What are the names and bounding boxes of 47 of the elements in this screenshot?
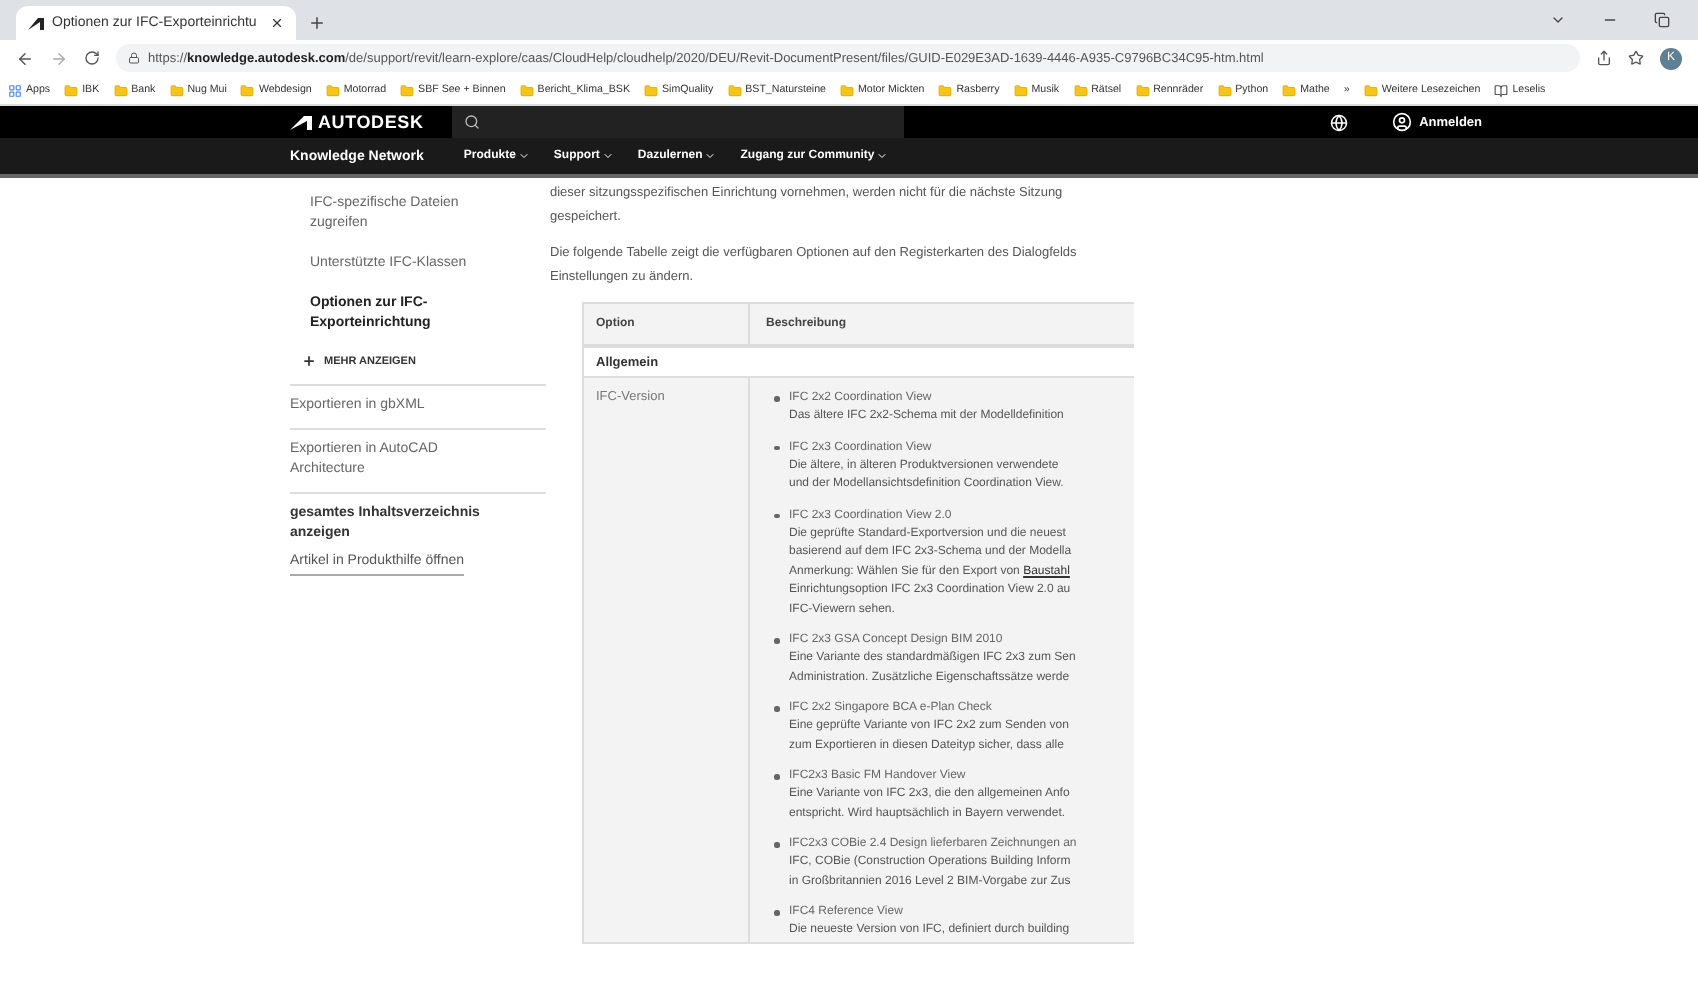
chevron-down-icon: [601, 150, 614, 162]
bookmark-star-icon[interactable]: [1628, 50, 1644, 66]
bullet-icon: [774, 513, 779, 518]
bullet-icon: [774, 445, 779, 450]
folder-icon: [169, 83, 184, 97]
folder-icon: [839, 83, 854, 97]
search-field[interactable]: [451, 106, 904, 138]
lock-icon: [128, 52, 140, 64]
autodesk-logo[interactable]: AUTODESK: [290, 112, 424, 132]
close-icon[interactable]: [270, 16, 284, 30]
folder-icon: [727, 83, 742, 97]
folder-icon: [64, 83, 79, 97]
folder-icon: [1363, 83, 1378, 97]
share-icon[interactable]: [1596, 50, 1612, 66]
folder-icon: [1282, 83, 1297, 97]
bullet-icon: [774, 706, 779, 711]
folder-icon: [644, 83, 659, 97]
folder-icon: [1217, 83, 1232, 97]
new-tab-icon[interactable]: [308, 14, 326, 32]
folder-icon: [400, 83, 415, 97]
chevron-down-icon: [517, 150, 530, 162]
user-icon: [1391, 112, 1412, 132]
bullet-icon: [774, 910, 779, 915]
chevron-down-icon[interactable]: [1550, 12, 1566, 28]
bullet-icon: [774, 396, 779, 401]
folder-icon: [1135, 83, 1150, 97]
reload-icon[interactable]: [84, 50, 100, 66]
folder-icon: [325, 83, 340, 97]
globe-icon[interactable]: [1329, 113, 1348, 131]
folder-icon: [1073, 83, 1088, 97]
reading-list-icon: [1494, 83, 1509, 97]
bullet-icon: [774, 774, 779, 779]
chevron-down-icon: [876, 150, 889, 162]
chevron-down-icon: [704, 150, 717, 162]
plus-icon: [302, 354, 316, 368]
back-icon[interactable]: [16, 49, 34, 67]
folder-icon: [113, 83, 128, 97]
restore-icon[interactable]: [1654, 12, 1670, 28]
folder-icon: [938, 83, 953, 97]
folder-icon: [1013, 83, 1028, 97]
logo-icon: [28, 17, 44, 29]
bullet-icon: [774, 842, 779, 847]
bullet-icon: [774, 638, 779, 643]
apps-icon: [8, 83, 22, 97]
search-icon: [463, 114, 480, 130]
folder-icon: [240, 83, 255, 97]
folder-icon: [519, 83, 534, 97]
